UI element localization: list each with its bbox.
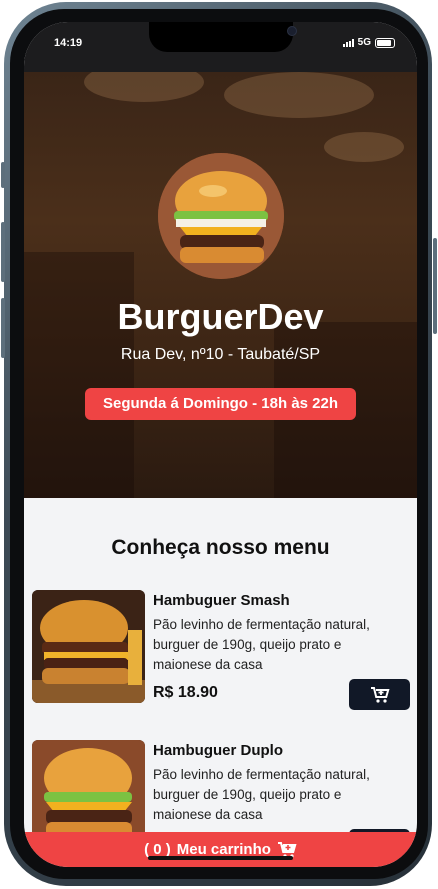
screen: 14:19 5G BurguerDev Rua Dev, nº10 - Taub… xyxy=(24,22,417,867)
power-button xyxy=(433,238,437,334)
restaurant-name: BurguerDev xyxy=(117,296,324,337)
volume-down-button xyxy=(1,298,5,358)
menu-item-name: Hambuguer Smash xyxy=(153,592,290,609)
phone-mockup: 14:19 5G BurguerDev Rua Dev, nº10 - Taub… xyxy=(0,0,438,889)
signal-icon xyxy=(342,38,354,47)
home-indicator xyxy=(148,856,293,860)
add-to-cart-button[interactable] xyxy=(349,679,410,710)
status-indicators: 5G xyxy=(342,37,395,48)
side-button xyxy=(1,162,5,188)
menu-item: Hambuguer Smash Pão levinho de fermentaç… xyxy=(32,590,412,710)
hero-shadow xyxy=(24,252,134,498)
menu-title: Conheça nosso menu xyxy=(111,536,330,559)
menu-item-image xyxy=(32,590,145,703)
burger-logo-icon xyxy=(158,153,284,279)
volume-up-button xyxy=(1,222,5,282)
status-bar: 14:19 5G xyxy=(24,22,417,72)
menu-item-description: Pão levinho de fermentação natural, burg… xyxy=(153,767,370,822)
hero-light xyxy=(224,72,374,118)
battery-icon xyxy=(375,37,395,48)
burger-logo xyxy=(158,153,284,279)
hero-header: BurguerDev Rua Dev, nº10 - Taubaté/SP Se… xyxy=(24,72,417,498)
opening-hours-badge: Segunda á Domingo - 18h às 22h xyxy=(85,388,356,420)
cart-bar[interactable]: ( 0 ) Meu carrinho xyxy=(24,832,417,867)
hero-light xyxy=(84,72,204,102)
status-time: 14:19 xyxy=(54,37,83,49)
hero-light xyxy=(324,132,404,162)
network-label: 5G xyxy=(357,37,371,48)
menu-item-price: R$ 18.90 xyxy=(153,684,218,701)
burger-photo xyxy=(32,590,145,703)
camera-icon xyxy=(287,26,297,36)
menu-item-description: Pão levinho de fermentação natural, burg… xyxy=(153,617,370,672)
dynamic-island xyxy=(149,22,297,52)
restaurant-address: Rua Dev, nº10 - Taubaté/SP xyxy=(120,346,321,363)
add-to-cart-icon xyxy=(370,686,390,703)
menu-item-name: Hambuguer Duplo xyxy=(153,742,283,759)
